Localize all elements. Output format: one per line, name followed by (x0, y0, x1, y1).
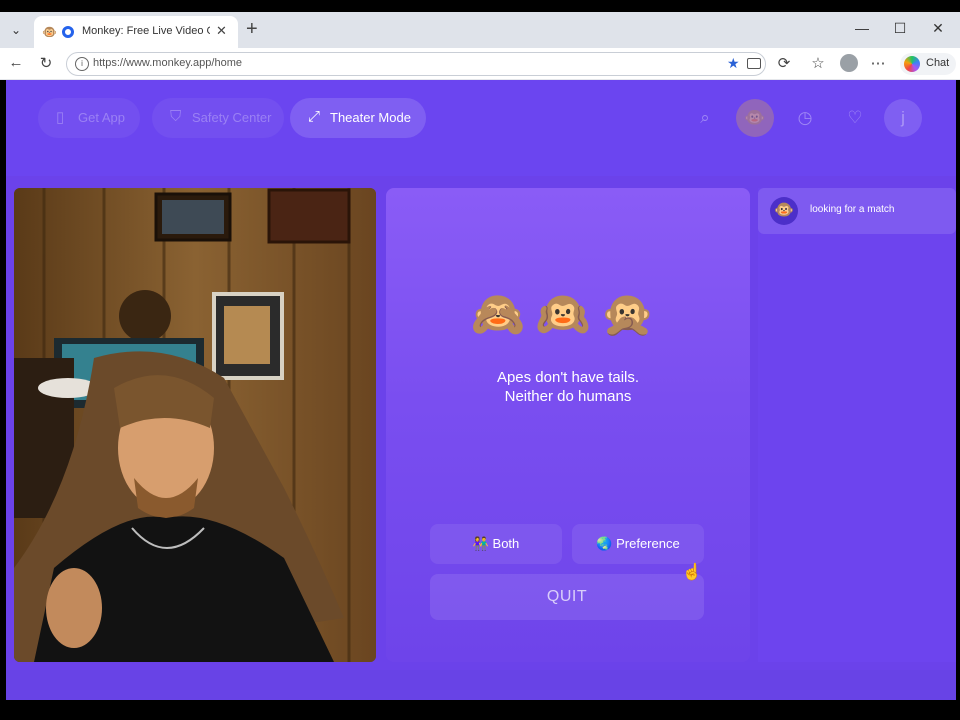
chat-column: 🐵 looking for a match (758, 188, 956, 662)
copilot-label: Chat (926, 57, 950, 69)
preference-label: Preference (616, 536, 680, 551)
monkey-status-icon: 🐵 (770, 197, 798, 225)
browser-toolbar: ← ↻ i https://www.monkey.app/home ★ ⟳ ☆ … (0, 48, 960, 80)
back-icon[interactable]: ← (6, 54, 26, 71)
profile-avatar-icon[interactable] (840, 54, 858, 72)
reload-icon[interactable]: ↻ (36, 54, 56, 72)
maximize-icon[interactable]: ☐ (890, 20, 910, 37)
refresh-extension-icon[interactable]: ⟳ (774, 54, 794, 72)
history-clock-icon[interactable]: ◷ (786, 99, 824, 137)
safety-center-label: Safety Center (192, 110, 272, 125)
theater-mode-label: Theater Mode (330, 110, 411, 125)
expand-icon: ⤢ (308, 108, 321, 125)
tab-list-chevron-icon[interactable]: ⌄ (6, 20, 26, 40)
url-text[interactable]: https://www.monkey.app/home (93, 57, 242, 69)
camera-in-use-icon[interactable] (747, 58, 761, 69)
globe-icon: 🌏 (596, 536, 613, 551)
region-preference-button[interactable]: 🌏 Preference (572, 524, 704, 564)
match-status-text: looking for a match (810, 204, 895, 215)
search-icon[interactable]: ⌕ (686, 99, 724, 137)
loading-favicon-icon (62, 26, 74, 38)
screen: ⌄ 🐵 Monkey: Free Live Video Chat ✕ + — ☐… (0, 0, 960, 720)
webcam-image (14, 188, 376, 662)
more-menu-icon[interactable]: ⋯ (868, 54, 888, 72)
close-window-icon[interactable]: ✕ (928, 20, 948, 37)
gender-filter-label: Both (492, 536, 520, 551)
chat-bubble-icon[interactable]: ♡ (836, 99, 874, 137)
site-info-icon[interactable]: i (75, 57, 89, 71)
match-panel: 🙈🙉🙊 Apes don't have tails. Neither do hu… (386, 188, 750, 662)
mouse-cursor-icon: ☝ (682, 564, 702, 581)
tab-title: Monkey: Free Live Video Chat (82, 25, 210, 37)
copilot-button[interactable]: Chat (900, 53, 956, 75)
theater-mode-button[interactable]: ⤢ Theater Mode (290, 98, 426, 138)
couple-icon: 👫 (472, 536, 489, 551)
get-app-label: Get App (78, 110, 125, 125)
page-footer-strip (6, 670, 956, 700)
browser-tab-strip: ⌄ 🐵 Monkey: Free Live Video Chat ✕ + — ☐… (0, 12, 960, 48)
favorite-star-icon[interactable]: ★ (727, 55, 740, 72)
match-status-message: 🐵 looking for a match (758, 188, 956, 234)
fun-fact-line-1: Apes don't have tails. (496, 369, 640, 386)
self-video-feed (14, 188, 376, 662)
monkey-avatar-icon[interactable]: 🐵 (736, 99, 774, 137)
monkey-page: ▯ Get App ⛉ Safety Center ⤢ Theater Mode… (6, 80, 956, 700)
quit-button[interactable]: QUIT (430, 574, 704, 620)
monkey-favicon-icon: 🐵 (42, 25, 57, 39)
fun-fact-line-2: Neither do humans (504, 388, 632, 405)
gender-filter-button[interactable]: 👫 Both (430, 524, 562, 564)
shield-icon: ⛉ (170, 108, 182, 125)
browser-tab[interactable]: 🐵 Monkey: Free Live Video Chat ✕ (34, 16, 238, 48)
favorites-icon[interactable]: ☆ (808, 54, 828, 72)
address-bar[interactable]: i https://www.monkey.app/home ★ (66, 52, 766, 76)
top-border (0, 0, 960, 12)
three-monkeys-emoji: 🙈🙉🙊 (470, 290, 666, 339)
fun-fact-text: Apes don't have tails. Neither do humans (386, 368, 750, 406)
safety-center-button[interactable]: ⛉ Safety Center (152, 98, 284, 138)
close-tab-icon[interactable]: ✕ (216, 23, 227, 39)
new-tab-icon[interactable]: + (246, 18, 258, 40)
page-header: ▯ Get App ⛉ Safety Center ⤢ Theater Mode… (6, 80, 956, 176)
copilot-logo-icon (904, 56, 920, 72)
user-avatar[interactable]: j (884, 99, 922, 137)
phone-icon: ▯ (56, 109, 65, 126)
get-app-button[interactable]: ▯ Get App (38, 98, 140, 138)
minimize-icon[interactable]: — (852, 20, 872, 36)
